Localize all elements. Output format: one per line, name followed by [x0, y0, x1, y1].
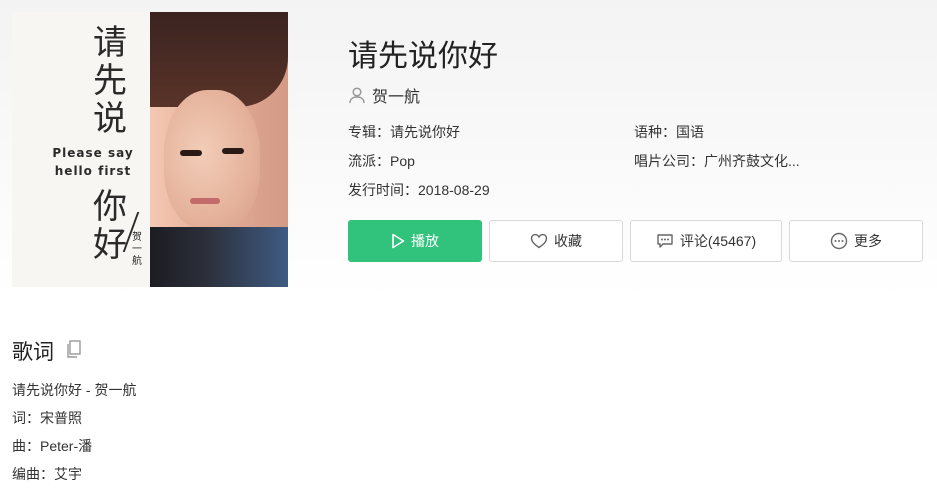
cover-english-line1: Please say	[52, 146, 134, 160]
cover-mouth	[190, 198, 220, 204]
lyric-line: 词：宋普照	[12, 410, 82, 426]
play-icon	[392, 233, 405, 249]
album-label: 专辑：	[348, 124, 390, 140]
album-cover[interactable]: 请先说 Please say hello first 你好 贺一航	[12, 12, 288, 287]
favorite-label: 收藏	[554, 233, 582, 249]
company-label: 唱片公司：	[634, 153, 704, 169]
lyrics-header: 歌词	[12, 336, 82, 366]
language-value: 国语	[676, 124, 704, 140]
genre-value: Pop	[390, 153, 415, 169]
cover-title-top: 请先说	[93, 23, 127, 139]
release-date-info: 发行时间：2018-08-29	[348, 180, 490, 200]
play-button[interactable]: 播放	[348, 220, 482, 262]
company-value[interactable]: 广州齐鼓文化...	[704, 153, 800, 169]
copy-icon[interactable]	[66, 339, 82, 363]
artist-name[interactable]: 贺一航	[372, 83, 420, 107]
artist-row[interactable]: 贺一航	[348, 83, 420, 107]
genre-info: 流派：Pop	[348, 151, 415, 171]
release-date-label: 发行时间：	[348, 182, 418, 198]
more-button[interactable]: 更多	[789, 220, 923, 262]
song-title: 请先说你好	[348, 40, 498, 73]
cover-english-line2: hello first	[54, 164, 132, 178]
favorite-button[interactable]: 收藏	[489, 220, 623, 262]
play-label: 播放	[411, 233, 439, 249]
lyrics-heading: 歌词	[12, 341, 54, 364]
person-icon	[348, 86, 366, 104]
language-info: 语种：国语	[634, 122, 704, 142]
lyric-line: 编曲：艾宇	[12, 466, 82, 482]
release-date-value: 2018-08-29	[418, 182, 490, 198]
more-label: 更多	[854, 233, 882, 249]
comment-button[interactable]: 评论(45467)	[630, 220, 782, 262]
genre-label: 流派：	[348, 153, 390, 169]
album-value[interactable]: 请先说你好	[390, 124, 460, 140]
cover-face	[164, 90, 260, 230]
cover-eye-left	[180, 150, 202, 156]
comment-label: 评论(45467)	[679, 233, 757, 249]
album-info: 专辑：请先说你好	[348, 122, 460, 142]
lyric-line: 曲：Peter-潘	[12, 438, 93, 454]
cover-jacket	[150, 227, 288, 287]
language-label: 语种：	[634, 124, 676, 140]
company-info: 唱片公司：广州齐鼓文化...	[634, 151, 800, 171]
cover-eye-right	[222, 148, 244, 154]
more-icon	[830, 232, 848, 250]
comment-icon	[657, 234, 673, 248]
cover-artist-small: 贺一航	[132, 232, 142, 267]
cover-english-text: Please say hello first	[38, 144, 148, 180]
lyric-line: 请先说你好 - 贺一航	[12, 382, 137, 398]
heart-icon	[530, 233, 548, 249]
cover-title-bottom: 你好	[93, 187, 127, 265]
